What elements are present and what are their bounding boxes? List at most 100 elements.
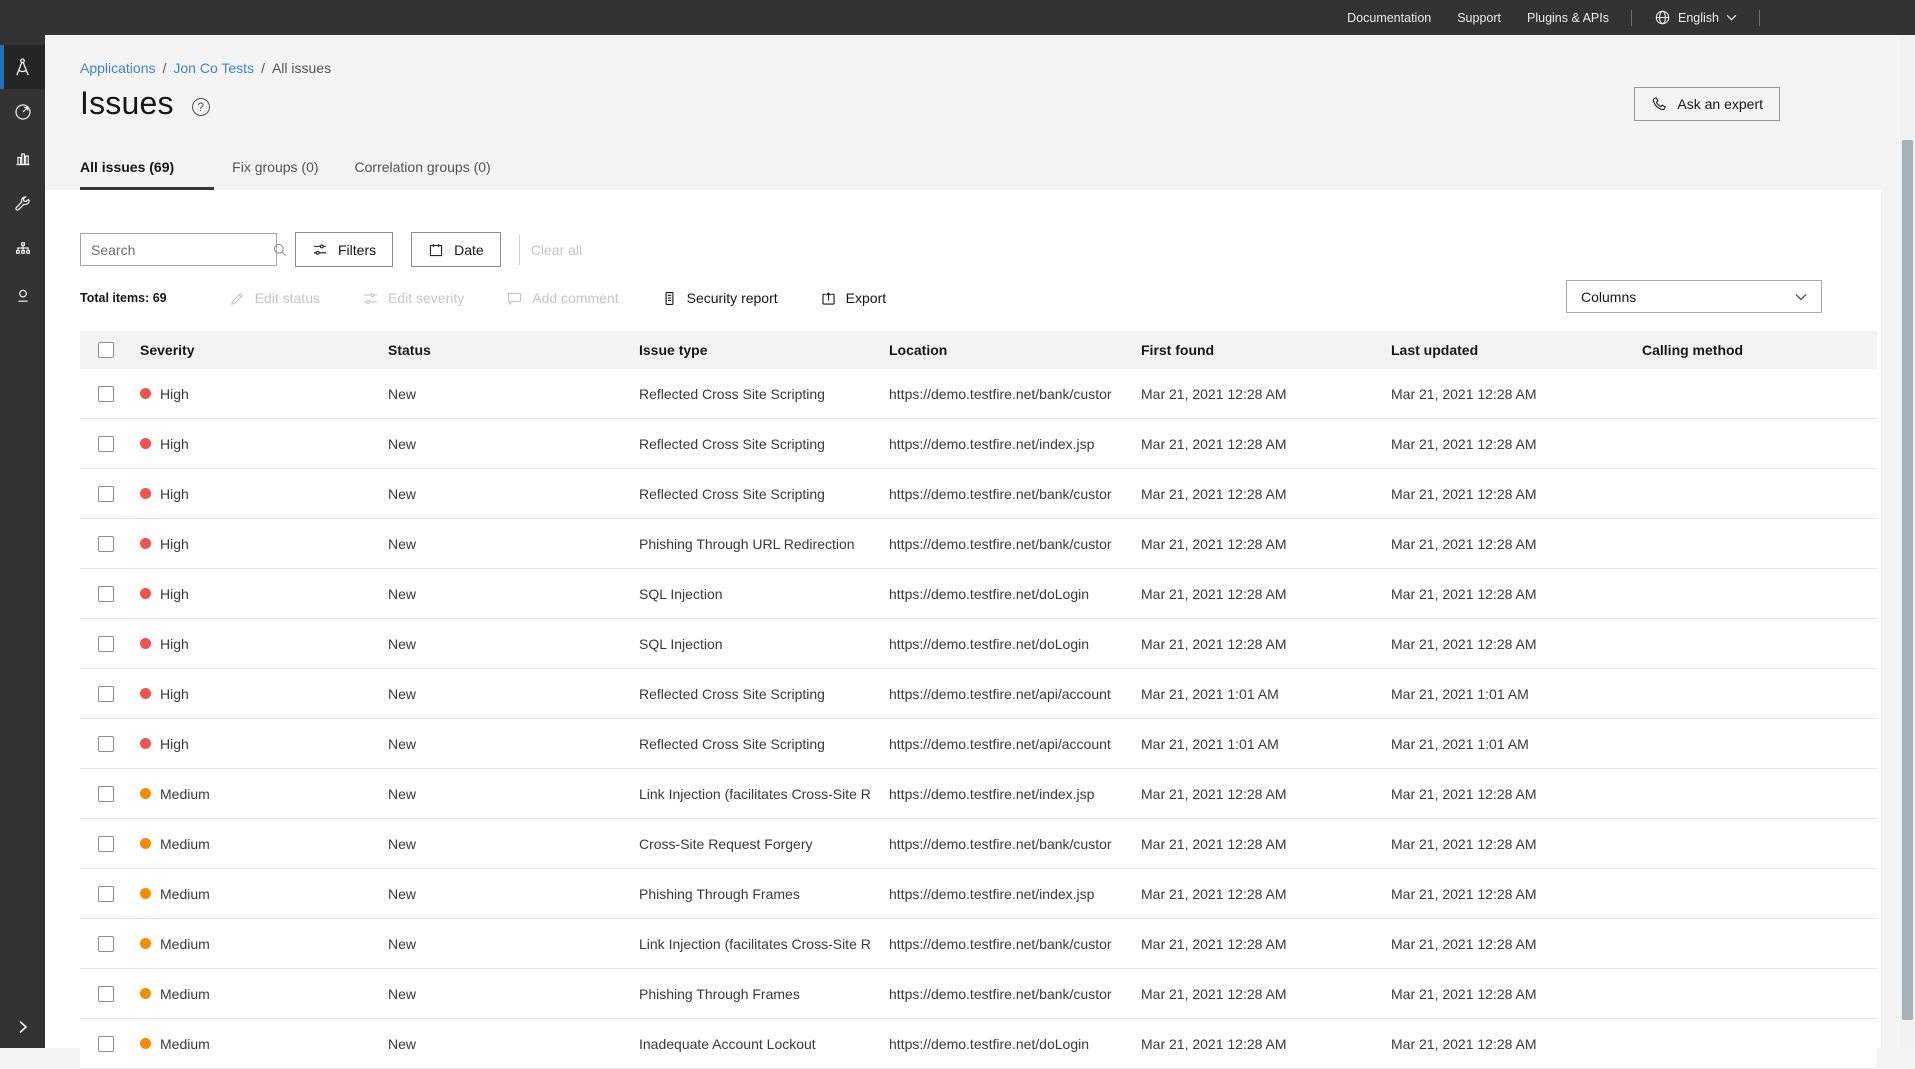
header-issue-type[interactable]: Issue type bbox=[639, 342, 889, 358]
toolbar-divider bbox=[519, 235, 520, 265]
issue-type-cell: Phishing Through Frames bbox=[639, 986, 889, 1002]
search-input[interactable] bbox=[91, 242, 272, 258]
tab-bar: All issues (69) Fix groups (0) Correlati… bbox=[80, 155, 509, 190]
breadcrumb-applications[interactable]: Applications bbox=[80, 60, 156, 76]
columns-dropdown[interactable]: Columns bbox=[1566, 280, 1822, 313]
issue-type-cell: Inadequate Account Lockout bbox=[639, 1036, 889, 1052]
tab-all-issues[interactable]: All issues (69) bbox=[80, 159, 214, 190]
total-items-label: Total items: 69 bbox=[80, 291, 167, 305]
severity-dot-icon bbox=[140, 988, 151, 999]
row-checkbox[interactable] bbox=[98, 386, 114, 402]
table-row[interactable]: Medium New Inadequate Account Lockout ht… bbox=[80, 1019, 1877, 1069]
row-checkbox[interactable] bbox=[98, 486, 114, 502]
filters-button[interactable]: Filters bbox=[295, 232, 393, 267]
row-checkbox[interactable] bbox=[98, 786, 114, 802]
row-checkbox[interactable] bbox=[98, 536, 114, 552]
table-row[interactable]: High New Reflected Cross Site Scripting … bbox=[80, 719, 1877, 769]
pencil-icon bbox=[229, 290, 246, 307]
issue-type-cell: Reflected Cross Site Scripting bbox=[639, 486, 889, 502]
last-updated-cell: Mar 21, 2021 12:28 AM bbox=[1391, 386, 1642, 402]
first-found-cell: Mar 21, 2021 12:28 AM bbox=[1141, 836, 1391, 852]
link-documentation[interactable]: Documentation bbox=[1347, 11, 1431, 25]
severity-dot-icon bbox=[140, 638, 151, 649]
header-status[interactable]: Status bbox=[388, 342, 639, 358]
header-location[interactable]: Location bbox=[889, 342, 1141, 358]
location-cell: https://demo.testfire.net/bank/custor bbox=[889, 536, 1141, 552]
row-checkbox[interactable] bbox=[98, 686, 114, 702]
table-row[interactable]: High New Reflected Cross Site Scripting … bbox=[80, 369, 1877, 419]
link-support[interactable]: Support bbox=[1457, 11, 1501, 25]
location-cell: https://demo.testfire.net/api/account bbox=[889, 736, 1141, 752]
sidebar-item-tools[interactable] bbox=[0, 181, 45, 227]
table-row[interactable]: Medium New Phishing Through Frames https… bbox=[80, 969, 1877, 1019]
row-checkbox[interactable] bbox=[98, 436, 114, 452]
language-selector[interactable]: English bbox=[1654, 9, 1737, 26]
last-updated-cell: Mar 21, 2021 12:28 AM bbox=[1391, 836, 1642, 852]
select-all-checkbox[interactable] bbox=[98, 342, 114, 358]
first-found-cell: Mar 21, 2021 1:01 AM bbox=[1141, 736, 1391, 752]
last-updated-cell: Mar 21, 2021 12:28 AM bbox=[1391, 986, 1642, 1002]
table-row[interactable]: High New SQL Injection https://demo.test… bbox=[80, 569, 1877, 619]
row-checkbox[interactable] bbox=[98, 586, 114, 602]
phone-icon bbox=[1651, 96, 1667, 112]
side-nav bbox=[0, 0, 45, 1048]
table-row[interactable]: High New Reflected Cross Site Scripting … bbox=[80, 419, 1877, 469]
severity-dot-icon bbox=[140, 488, 151, 499]
sidebar-item-scans[interactable] bbox=[0, 89, 45, 135]
status-cell: New bbox=[388, 636, 639, 652]
header-severity[interactable]: Severity bbox=[140, 342, 388, 358]
table-row[interactable]: High New SQL Injection https://demo.test… bbox=[80, 619, 1877, 669]
severity-dot-icon bbox=[140, 388, 151, 399]
row-checkbox[interactable] bbox=[98, 636, 114, 652]
severity-cell: Medium bbox=[140, 886, 388, 902]
row-checkbox[interactable] bbox=[98, 886, 114, 902]
severity-dot-icon bbox=[140, 838, 151, 849]
row-checkbox[interactable] bbox=[98, 736, 114, 752]
add-comment-button[interactable]: Add comment bbox=[506, 290, 618, 307]
edit-status-button[interactable]: Edit status bbox=[229, 290, 320, 307]
location-cell: https://demo.testfire.net/doLogin bbox=[889, 636, 1141, 652]
expand-sidebar-button[interactable] bbox=[0, 1010, 45, 1044]
sidebar-item-account[interactable] bbox=[0, 273, 45, 319]
last-updated-cell: Mar 21, 2021 1:01 AM bbox=[1391, 736, 1642, 752]
header-first-found[interactable]: First found bbox=[1141, 342, 1391, 358]
table-row[interactable]: High New Reflected Cross Site Scripting … bbox=[80, 469, 1877, 519]
table-row[interactable]: High New Phishing Through URL Redirectio… bbox=[80, 519, 1877, 569]
status-cell: New bbox=[388, 986, 639, 1002]
row-checkbox[interactable] bbox=[98, 986, 114, 1002]
scrollbar-thumb[interactable] bbox=[1902, 140, 1913, 1020]
breadcrumb-application-name[interactable]: Jon Co Tests bbox=[173, 60, 254, 76]
sidebar-item-organization[interactable] bbox=[0, 227, 45, 273]
search-icon[interactable] bbox=[272, 242, 288, 258]
table-row[interactable]: Medium New Link Injection (facilitates C… bbox=[80, 919, 1877, 969]
link-plugins-apis[interactable]: Plugins & APIs bbox=[1527, 11, 1609, 25]
issue-type-cell: Reflected Cross Site Scripting bbox=[639, 436, 889, 452]
table-row[interactable]: Medium New Link Injection (facilitates C… bbox=[80, 769, 1877, 819]
header-calling-method[interactable]: Calling method bbox=[1642, 342, 1877, 358]
issue-type-cell: Phishing Through URL Redirection bbox=[639, 536, 889, 552]
gauge-icon bbox=[13, 102, 33, 122]
ask-an-expert-button[interactable]: Ask an expert bbox=[1634, 87, 1780, 121]
vertical-scrollbar[interactable] bbox=[1900, 35, 1915, 1048]
export-button[interactable]: Export bbox=[820, 290, 886, 307]
table-row[interactable]: Medium New Cross-Site Request Forgery ht… bbox=[80, 819, 1877, 869]
row-checkbox[interactable] bbox=[98, 836, 114, 852]
tab-fix-groups[interactable]: Fix groups (0) bbox=[214, 159, 336, 190]
status-cell: New bbox=[388, 1036, 639, 1052]
header-last-updated[interactable]: Last updated bbox=[1391, 342, 1642, 358]
sidebar-item-applications[interactable] bbox=[0, 45, 45, 89]
table-row[interactable]: Medium New Phishing Through Frames https… bbox=[80, 869, 1877, 919]
row-checkbox[interactable] bbox=[98, 1036, 114, 1052]
wrench-icon bbox=[13, 194, 33, 214]
date-button[interactable]: Date bbox=[411, 232, 501, 267]
clear-all-button[interactable]: Clear all bbox=[531, 242, 582, 258]
security-report-button[interactable]: Security report bbox=[661, 290, 778, 307]
row-checkbox[interactable] bbox=[98, 936, 114, 952]
table-row[interactable]: High New Reflected Cross Site Scripting … bbox=[80, 669, 1877, 719]
edit-severity-button[interactable]: Edit severity bbox=[362, 290, 464, 307]
severity-dot-icon bbox=[140, 588, 151, 599]
help-icon[interactable]: ? bbox=[192, 98, 210, 116]
sidebar-item-reports[interactable] bbox=[0, 135, 45, 181]
issue-type-cell: SQL Injection bbox=[639, 636, 889, 652]
tab-correlation-groups[interactable]: Correlation groups (0) bbox=[337, 159, 509, 190]
